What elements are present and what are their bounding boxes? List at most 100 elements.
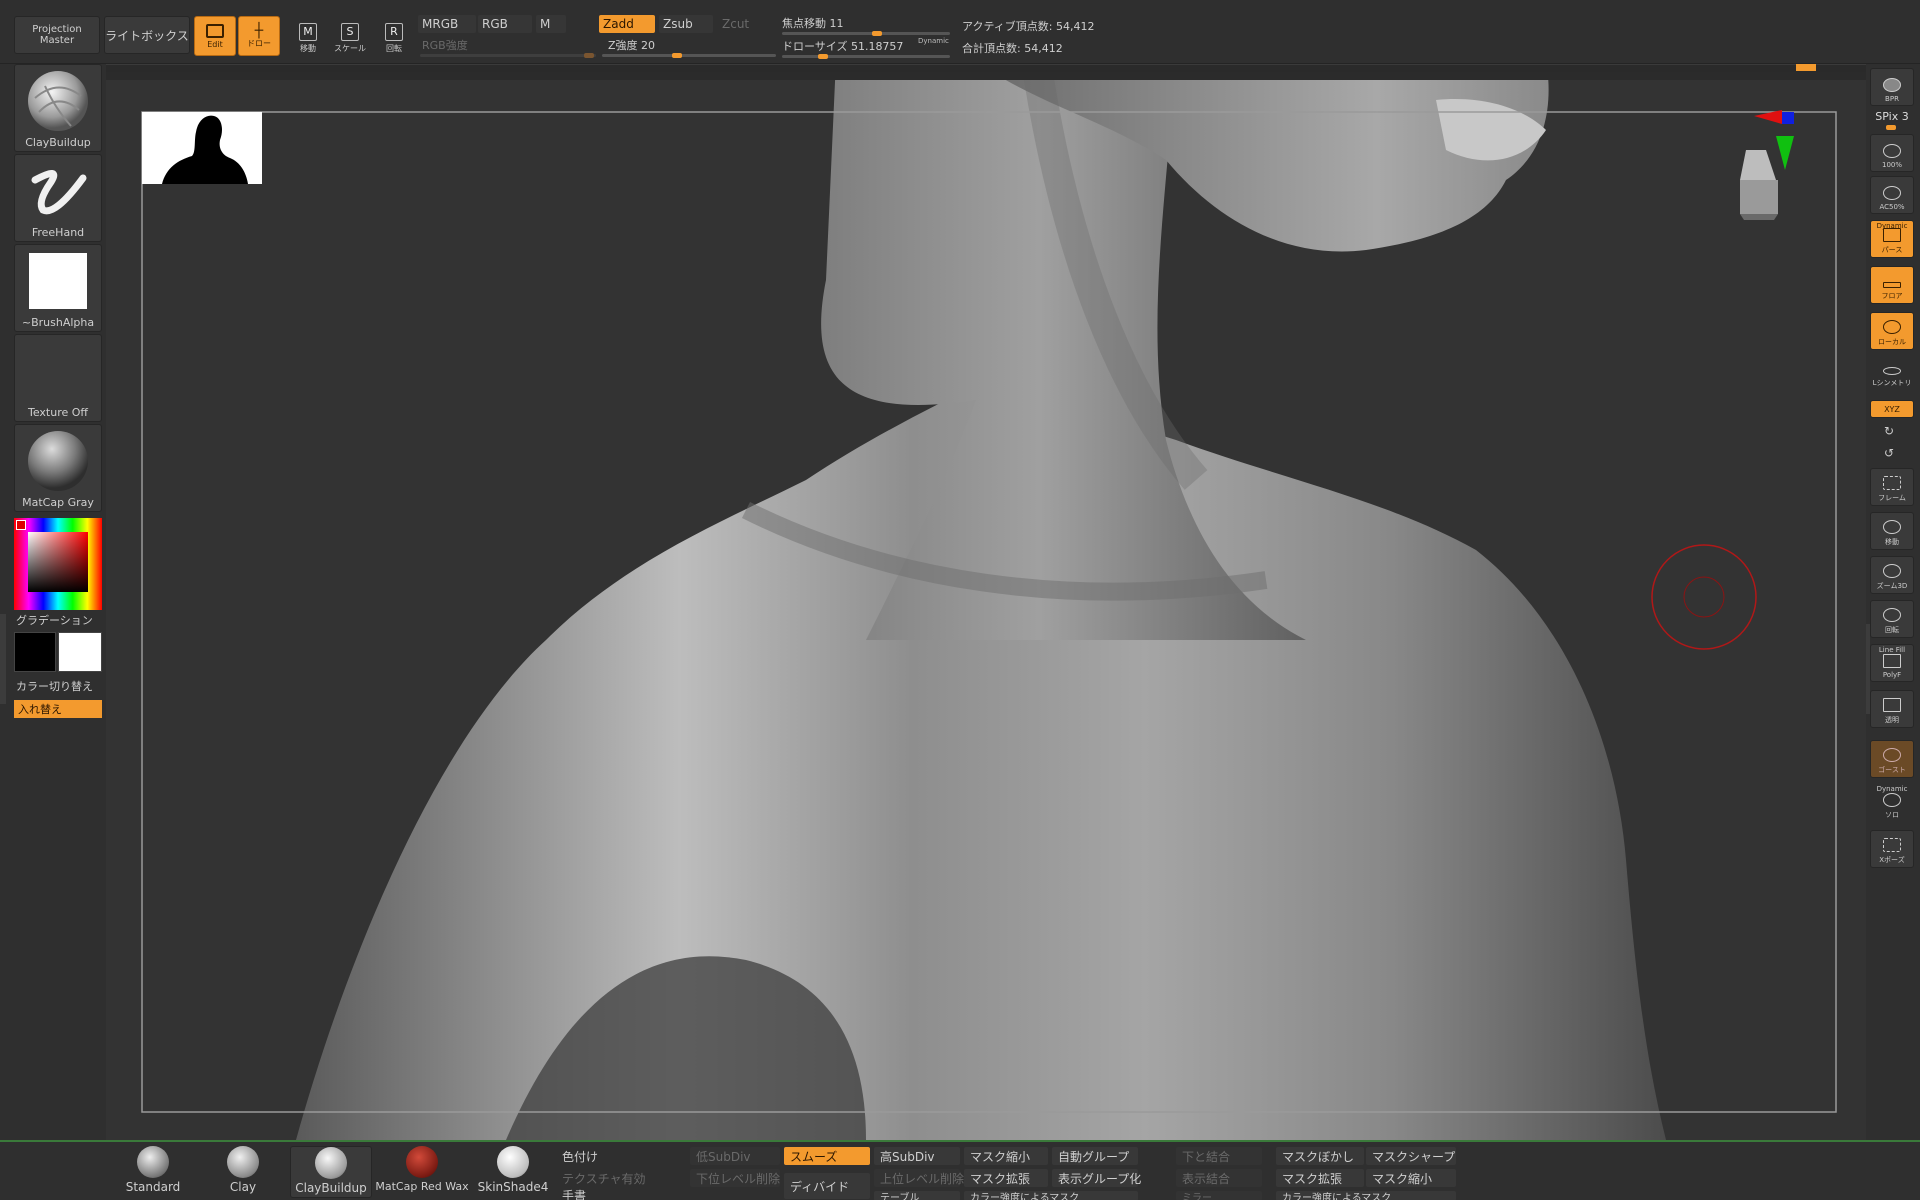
- z-intensity-slider[interactable]: [602, 54, 776, 57]
- active-points-count: アクティブ頂点数: 54,412: [962, 20, 1095, 33]
- texture-on-button[interactable]: テクスチャ有効: [556, 1169, 686, 1187]
- polyframe-button[interactable]: Line Fill PolyF: [1870, 644, 1914, 682]
- zsub-button[interactable]: Zsub: [659, 15, 713, 33]
- perspective-label: パース: [1881, 246, 1903, 254]
- gradient-label[interactable]: グラデーション: [16, 612, 93, 628]
- lightbox-button[interactable]: ライトボックス: [104, 16, 190, 54]
- local-icon: [1883, 320, 1901, 334]
- silhouette-preview[interactable]: [142, 112, 262, 184]
- aahalf-button[interactable]: AC50%: [1870, 176, 1914, 214]
- material-red-wax[interactable]: MatCap Red Wax: [375, 1146, 469, 1198]
- solo-dynamic-label: Dynamic: [1876, 785, 1908, 793]
- rotate-cw-icon[interactable]: ↻: [1884, 424, 1894, 438]
- focal-shift-slider[interactable]: [782, 32, 950, 35]
- colorize-button[interactable]: 色付け: [556, 1147, 686, 1165]
- rotate-ccw-icon[interactable]: ↺: [1884, 446, 1894, 460]
- material-selector[interactable]: MatCap Gray: [14, 424, 102, 512]
- higher-subdiv-button[interactable]: 高SubDiv: [874, 1147, 960, 1165]
- xyz-button[interactable]: XYZ: [1870, 400, 1914, 418]
- perspective-button[interactable]: Dynamic パース: [1870, 220, 1914, 258]
- spix-knob[interactable]: [1886, 125, 1896, 130]
- material-clay[interactable]: Clay: [202, 1146, 284, 1198]
- m-button[interactable]: M: [536, 15, 566, 33]
- z-intensity-knob[interactable]: [672, 53, 682, 58]
- secondary-color-swatch[interactable]: [58, 632, 102, 672]
- move-view-button[interactable]: 移動: [1870, 512, 1914, 550]
- delete-higher-button[interactable]: 上位レベル削除: [874, 1169, 964, 1187]
- rgb-intensity-knob[interactable]: [584, 53, 594, 58]
- row3-button-5[interactable]: カラー強度によるマスク: [1276, 1191, 1456, 1200]
- scale-button[interactable]: S スケール: [332, 18, 368, 58]
- alpha-selector[interactable]: ~BrushAlpha: [14, 244, 102, 332]
- lower-subdiv-button[interactable]: 低SubDiv: [690, 1147, 780, 1165]
- main-color-swatch[interactable]: [14, 632, 56, 672]
- stroke-selector[interactable]: FreeHand: [14, 154, 102, 242]
- actual-size-button[interactable]: 100%: [1870, 134, 1914, 172]
- local-button[interactable]: ローカル: [1870, 312, 1914, 350]
- rgb-intensity-slider[interactable]: [420, 54, 596, 57]
- dynamic-size-toggle[interactable]: Dynamic: [918, 37, 949, 45]
- row3-label-3: カラー強度によるマスク: [970, 1192, 1080, 1200]
- xpose-button[interactable]: Xポーズ: [1870, 830, 1914, 868]
- left-tray-toggle-icon[interactable]: [0, 614, 6, 704]
- mask-grow-2-button[interactable]: マスク拡張: [1276, 1169, 1364, 1187]
- merge-visible-button[interactable]: 表示結合: [1176, 1169, 1262, 1187]
- row3-button-1[interactable]: 手書: [556, 1189, 646, 1200]
- view-cube-icon[interactable]: [1740, 150, 1778, 220]
- texture-selector[interactable]: Texture Off: [14, 334, 102, 422]
- move-button[interactable]: M 移動: [290, 18, 326, 58]
- draw-size-knob[interactable]: [818, 54, 828, 59]
- zoom-icon: [1883, 144, 1901, 158]
- brush-name: ClayBuildup: [25, 136, 91, 149]
- floor-button[interactable]: フロア: [1870, 266, 1914, 304]
- rgb-button[interactable]: RGB: [478, 15, 532, 33]
- mask-grow-label: マスク拡張: [970, 1171, 1031, 1186]
- sculpt-viewport[interactable]: [106, 80, 1866, 1140]
- mask-grow-button[interactable]: マスク拡張: [964, 1169, 1048, 1187]
- spix-slider[interactable]: SPix 3: [1870, 110, 1914, 123]
- divide-button[interactable]: ディバイド: [784, 1173, 870, 1199]
- edit-button[interactable]: Edit: [194, 16, 236, 56]
- material-skinshade4[interactable]: SkinShade4: [472, 1146, 554, 1198]
- swap-colors-button[interactable]: 入れ替え: [14, 700, 102, 718]
- focal-shift-knob[interactable]: [872, 31, 882, 36]
- transparency-button[interactable]: 透明: [1870, 690, 1914, 728]
- row3-button-3[interactable]: カラー強度によるマスク: [964, 1191, 1138, 1200]
- color-picker[interactable]: [14, 518, 102, 610]
- mask-shrink-button[interactable]: マスク縮小: [964, 1147, 1048, 1165]
- zoom3d-button[interactable]: ズーム3D: [1870, 556, 1914, 594]
- solo-button[interactable]: Dynamic ソロ: [1870, 784, 1914, 822]
- material-claybuildup[interactable]: ClayBuildup: [290, 1146, 372, 1198]
- mask-shrink-2-button[interactable]: マスク縮小: [1366, 1169, 1456, 1187]
- mask-blur-button[interactable]: マスクぼかし: [1276, 1147, 1364, 1165]
- color-picker-square[interactable]: [28, 532, 88, 592]
- document-canvas[interactable]: [106, 80, 1866, 1140]
- color-switch-label[interactable]: カラー切り替え: [16, 678, 93, 694]
- local-symmetry-button[interactable]: Lシンメトリ: [1870, 360, 1914, 390]
- merge-down-button[interactable]: 下と結合: [1176, 1147, 1262, 1165]
- rotate-view-button[interactable]: 回転: [1870, 600, 1914, 638]
- scale-label: スケール: [334, 43, 366, 53]
- auto-groups-button[interactable]: 自動グループ: [1052, 1147, 1138, 1165]
- projection-master-button[interactable]: Projection Master: [14, 16, 100, 54]
- zcut-button[interactable]: Zcut: [718, 15, 764, 33]
- delete-lower-button[interactable]: 下位レベル削除: [690, 1169, 780, 1187]
- rotate-button[interactable]: R 回転: [376, 18, 412, 58]
- frame-button[interactable]: フレーム: [1870, 468, 1914, 506]
- smooth-button[interactable]: スムーズ: [784, 1147, 870, 1165]
- right-tray-toggle-icon[interactable]: [1866, 624, 1870, 714]
- brush-selector[interactable]: ClayBuildup: [14, 64, 102, 152]
- merge-down-label: 下と結合: [1182, 1149, 1231, 1164]
- mask-sharpen-button[interactable]: マスクシャープ: [1366, 1147, 1456, 1165]
- group-visible-button[interactable]: 表示グループ化: [1052, 1169, 1141, 1187]
- material-standard[interactable]: Standard: [112, 1146, 194, 1198]
- draw-button[interactable]: ┼ ドロー: [238, 16, 280, 56]
- ghost-button[interactable]: ゴースト: [1870, 740, 1914, 778]
- row3-button-4[interactable]: ミラー: [1176, 1191, 1262, 1200]
- row3-button-2[interactable]: テーブル: [874, 1191, 960, 1200]
- bpr-button[interactable]: BPR: [1870, 68, 1914, 106]
- mrgb-button[interactable]: MRGB: [418, 15, 476, 33]
- draw-size-slider[interactable]: [782, 55, 950, 58]
- material-standard-label: Standard: [125, 1180, 181, 1194]
- zadd-button[interactable]: Zadd: [599, 15, 655, 33]
